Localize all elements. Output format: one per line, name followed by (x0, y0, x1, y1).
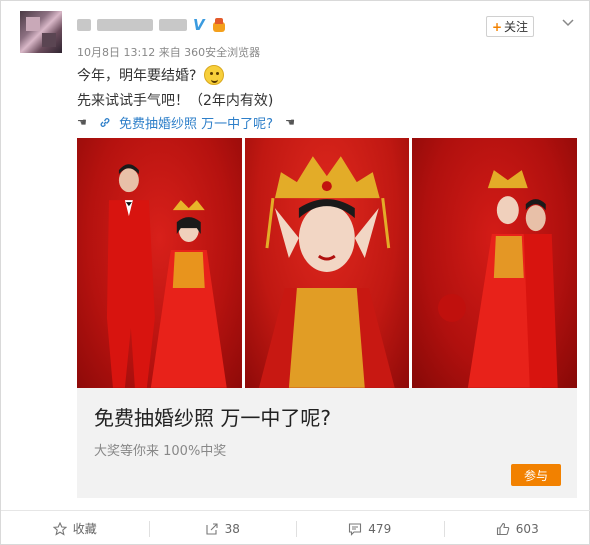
photo-illustration (438, 170, 559, 388)
photo-strip (77, 138, 578, 388)
comment-button[interactable]: 479 (296, 511, 444, 545)
comment-icon (349, 522, 362, 536)
ad-card[interactable]: 免费抽婚纱照 万一中了呢? 大奖等你来 100%中奖 参与 (77, 388, 577, 498)
post-text: 今年，明年要结婚? (77, 68, 197, 84)
star-icon (52, 521, 67, 536)
verified-icon: V (193, 16, 205, 34)
post-meta: 10月8日 13:12 来自 360安全浏览器 (77, 46, 261, 59)
post-link-line: ☚ 免费抽婚纱照 万一中了呢? ☚ (77, 113, 295, 132)
username-blurred (159, 19, 187, 31)
favorite-label: 收藏 (72, 522, 97, 536)
post-text-line-2: 先来试试手气吧！（2年内有效) (77, 90, 273, 110)
photo-illustration (258, 156, 395, 388)
username[interactable]: V (77, 16, 227, 34)
follow-button[interactable]: + 关注 (486, 16, 534, 37)
post-action-bar: 收藏 38 479 603 (1, 510, 590, 545)
username-blurred (77, 19, 91, 31)
repost-count: 38 (224, 521, 240, 536)
like-count: 603 (515, 521, 539, 536)
repost-button[interactable]: 38 (148, 511, 297, 545)
photo-illustration (106, 164, 227, 388)
link-icon (100, 118, 110, 127)
promo-link-text: 免费抽婚纱照 万一中了呢? (119, 117, 274, 132)
emoji-icon (204, 65, 225, 85)
pointing-hand-icon: ☚ (77, 116, 87, 129)
like-button[interactable]: 603 (443, 511, 590, 545)
wedding-photo-couple-embrace[interactable] (412, 138, 578, 388)
repost-icon (206, 522, 218, 535)
wedding-photo-bride-crown[interactable] (244, 138, 410, 388)
follow-label: 关注 (504, 20, 529, 34)
pointing-hand-icon: ☚ (285, 116, 295, 129)
ad-subtitle: 大奖等你来 100%中奖 (94, 444, 227, 459)
post-text-line-1: 今年，明年要结婚? (77, 65, 225, 85)
thumbs-up-icon (496, 522, 510, 535)
comment-count: 479 (368, 521, 392, 536)
wedding-photo-couple[interactable] (77, 138, 242, 388)
chevron-down-icon[interactable] (562, 17, 574, 29)
weibo-post-card: V 10月8日 13:12 来自 360安全浏览器 + 关注 今年，明年要结婚?… (0, 0, 590, 545)
medal-icon (211, 18, 227, 32)
avatar[interactable] (20, 11, 62, 53)
promo-link[interactable]: 免费抽婚纱照 万一中了呢? (99, 113, 273, 132)
username-blurred (97, 19, 153, 31)
post-text: 先来试试手气吧！（2年内有效) (77, 93, 274, 109)
favorite-button[interactable]: 收藏 (1, 511, 149, 545)
ad-title: 免费抽婚纱照 万一中了呢? (94, 406, 331, 430)
participate-button[interactable]: 参与 (511, 464, 561, 486)
plus-icon: + (491, 19, 503, 34)
